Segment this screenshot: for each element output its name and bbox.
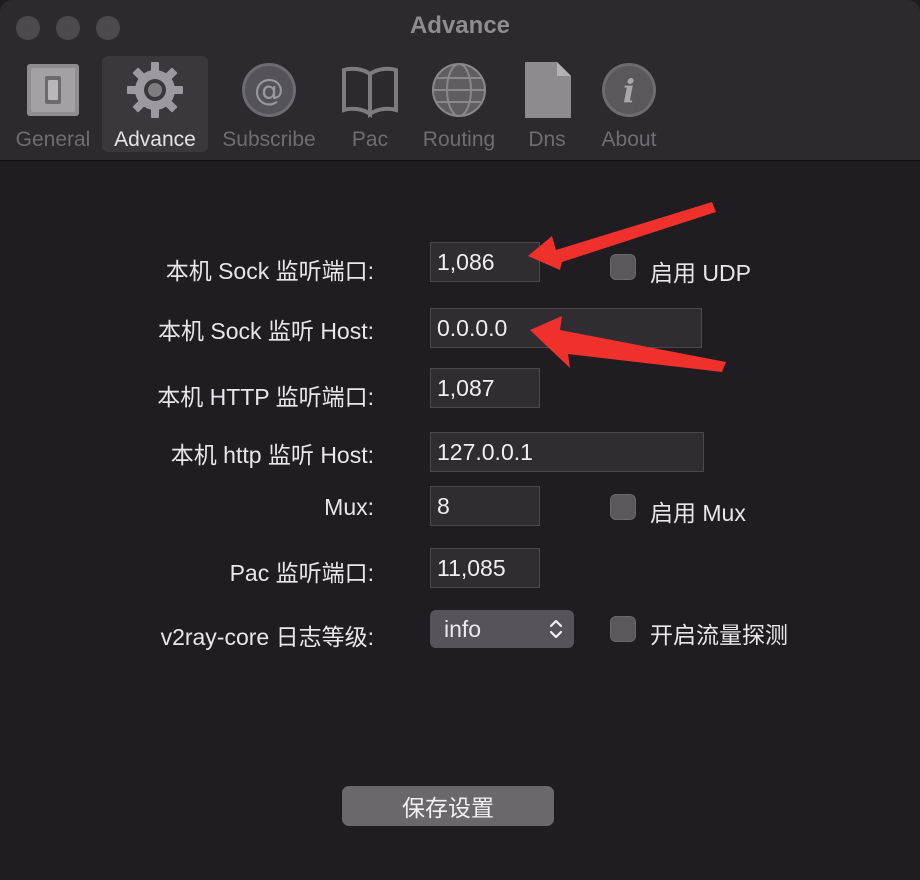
chevron-updown-icon [549, 619, 563, 639]
tab-general-label: General [15, 128, 91, 151]
log-level-select[interactable]: info [430, 610, 574, 648]
mux-input[interactable]: 8 [430, 486, 540, 526]
svg-text:i: i [623, 72, 635, 110]
sock-port-input[interactable]: 1,086 [430, 242, 540, 282]
tab-advance-label: Advance [114, 128, 196, 151]
log-level-value: info [444, 615, 482, 642]
tab-routing[interactable]: Routing [414, 56, 504, 152]
tab-subscribe-label: Subscribe [222, 128, 316, 151]
tab-routing-label: Routing [422, 128, 496, 151]
enable-sniffing-checkbox[interactable] [610, 616, 636, 642]
http-host-label: 本机 http 监听 Host: [170, 442, 374, 468]
enable-udp-label: 启用 UDP [650, 260, 751, 286]
log-level-label: v2ray-core 日志等级: [160, 624, 374, 650]
document-icon [525, 62, 571, 118]
enable-sniffing-label: 开启流量探测 [650, 622, 788, 648]
mux-label: Mux: [324, 494, 374, 520]
pac-port-input[interactable]: 11,085 [430, 548, 540, 588]
http-port-label: 本机 HTTP 监听端口: [157, 384, 374, 410]
http-host-input[interactable]: 127.0.0.1 [430, 432, 704, 472]
tab-dns-label: Dns [528, 128, 566, 151]
tab-subscribe[interactable]: @ Subscribe [214, 56, 324, 152]
tab-about-label: About [601, 128, 657, 151]
title-bar: Advance General Advance @ Subscribe Pac … [0, 0, 920, 161]
sock-host-input[interactable]: 0.0.0.0 [430, 308, 702, 348]
tab-general[interactable]: General [8, 56, 98, 152]
tab-advance[interactable]: Advance [102, 56, 208, 152]
preferences-window: Advance General Advance @ Subscribe Pac … [0, 0, 920, 880]
tab-dns[interactable]: Dns [514, 56, 580, 152]
tab-pac-label: Pac [351, 128, 389, 151]
at-icon: @ [242, 63, 296, 117]
http-port-input[interactable]: 1,087 [430, 368, 540, 408]
sock-host-label: 本机 Sock 监听 Host: [158, 318, 374, 344]
globe-icon [432, 63, 486, 117]
pac-port-label: Pac 监听端口: [229, 560, 374, 586]
enable-mux-label: 启用 Mux [650, 500, 746, 526]
enable-udp-checkbox[interactable] [610, 254, 636, 280]
window-title: Advance [409, 12, 511, 39]
tab-about[interactable]: i About [592, 56, 666, 152]
enable-mux-checkbox[interactable] [610, 494, 636, 520]
tab-pac[interactable]: Pac [334, 56, 406, 152]
book-icon [342, 66, 398, 118]
info-icon: i [602, 63, 656, 117]
svg-text:@: @ [254, 73, 284, 108]
gear-icon [127, 62, 183, 118]
save-settings-button[interactable]: 保存设置 [342, 786, 554, 826]
sock-port-label: 本机 Sock 监听端口: [165, 258, 374, 284]
switch-icon [27, 64, 79, 116]
